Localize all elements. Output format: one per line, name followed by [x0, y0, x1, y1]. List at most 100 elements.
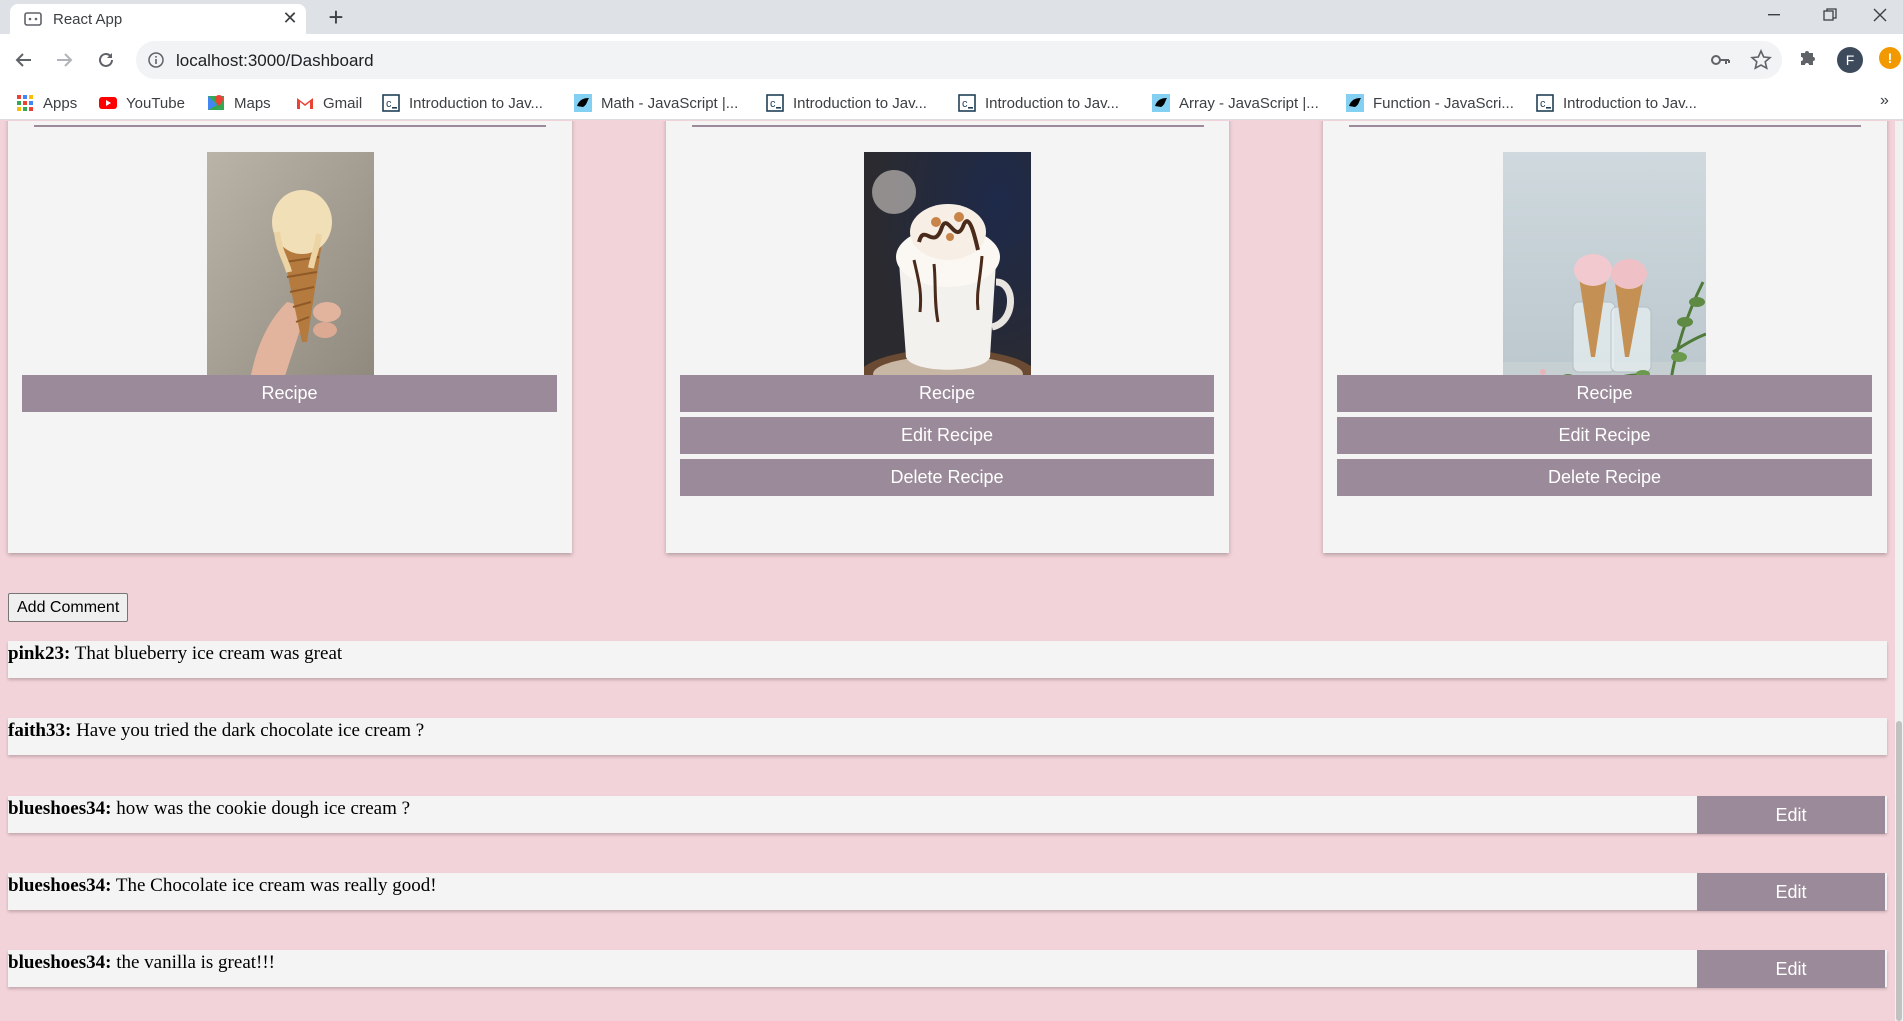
bookmark-label: Array - JavaScript |...	[1179, 94, 1319, 112]
comment-text: pink23: That blueberry ice cream was gre…	[8, 643, 342, 665]
comment-text: blueshoes34: how was the cookie dough ic…	[8, 798, 410, 820]
comment-body: Have you tried the dark chocolate ice cr…	[71, 720, 425, 741]
edit-recipe-button[interactable]: Edit Recipe	[680, 417, 1214, 454]
profile-initial: F	[1845, 52, 1855, 68]
bookmark-mdn-function[interactable]: Function - JavaScri...	[1346, 92, 1514, 114]
bookmark-label: YouTube	[126, 94, 185, 112]
delete-recipe-button[interactable]: Delete Recipe	[1337, 459, 1872, 496]
bookmark-codecademy-1[interactable]: c Introduction to Jav...	[382, 92, 543, 114]
bookmark-label: Math - JavaScript |...	[601, 94, 739, 112]
bookmark-label: Introduction to Jav...	[985, 94, 1119, 112]
mdn-icon	[574, 94, 592, 112]
svg-text:c: c	[770, 98, 776, 110]
card-divider	[34, 125, 546, 127]
bookmark-label: Introduction to Jav...	[793, 94, 927, 112]
svg-text:c: c	[386, 98, 392, 110]
recipe-button[interactable]: Recipe	[680, 375, 1214, 412]
bookmark-codecademy-3[interactable]: c Introduction to Jav...	[958, 92, 1119, 114]
vanilla-ice-cream-cone-image	[207, 152, 374, 402]
comment-row: pink23: That blueberry ice cream was gre…	[8, 641, 1887, 678]
codecademy-icon: c	[382, 94, 400, 112]
codecademy-icon: c	[766, 94, 784, 112]
card-divider	[1349, 125, 1861, 127]
bookmark-codecademy-4[interactable]: c Introduction to Jav...	[1536, 92, 1697, 114]
comment-username: blueshoes34:	[8, 875, 112, 896]
card-divider	[692, 125, 1204, 127]
delete-recipe-button[interactable]: Delete Recipe	[680, 459, 1214, 496]
recipe-button[interactable]: Recipe	[1337, 375, 1872, 412]
password-key-icon[interactable]	[1710, 51, 1730, 69]
edit-comment-button[interactable]: Edit	[1697, 873, 1885, 911]
bookmark-mdn-math[interactable]: Math - JavaScript |...	[574, 92, 738, 114]
comment-text: blueshoes34: the vanilla is great!!!	[8, 952, 275, 974]
youtube-icon	[99, 97, 117, 109]
strawberry-ice-cream-cones-image	[1503, 152, 1706, 402]
codecademy-icon: c	[1536, 94, 1554, 112]
restore-window-icon[interactable]	[1807, 0, 1853, 30]
apps-grid-icon	[17, 95, 33, 111]
extensions-puzzle-icon[interactable]	[1797, 47, 1819, 74]
bookmark-label: Introduction to Jav...	[1563, 94, 1697, 112]
bookmark-codecademy-2[interactable]: c Introduction to Jav...	[766, 92, 927, 114]
react-app-favicon-icon	[24, 12, 42, 26]
close-window-icon[interactable]	[1857, 0, 1903, 30]
browser-tab[interactable]: React App ✕	[10, 4, 306, 34]
comment-username: pink23:	[8, 643, 71, 664]
recipe-card: Recipe	[8, 121, 572, 553]
comment-body: how was the cookie dough ice cream ?	[111, 798, 411, 819]
scrollbar-thumb[interactable]	[1896, 721, 1902, 1021]
recipe-button[interactable]: Recipe	[22, 375, 557, 412]
comment-row: blueshoes34: The Chocolate ice cream was…	[8, 873, 1887, 911]
comment-body: the vanilla is great!!!	[111, 952, 276, 973]
mdn-icon	[1346, 94, 1364, 112]
bookmark-gmail[interactable]: Gmail	[296, 92, 362, 114]
profile-avatar[interactable]: F	[1837, 47, 1863, 73]
svg-text:c: c	[1540, 98, 1546, 110]
edit-comment-button[interactable]: Edit	[1697, 796, 1885, 834]
recipe-card: Recipe Edit Recipe Delete Recipe	[1323, 121, 1887, 553]
codecademy-icon: c	[958, 94, 976, 112]
bookmark-label: Introduction to Jav...	[409, 94, 543, 112]
edit-recipe-button[interactable]: Edit Recipe	[1337, 417, 1872, 454]
back-arrow-icon[interactable]	[10, 46, 38, 74]
comment-body: That blueberry ice cream was great	[70, 643, 343, 664]
new-tab-button[interactable]: +	[322, 3, 350, 31]
browser-toolbar: localhost:3000/Dashboard F !	[0, 34, 1903, 86]
bookmark-maps[interactable]: Maps	[207, 92, 271, 114]
bookmark-apps[interactable]: Apps	[16, 92, 77, 114]
recipe-card: Recipe Edit Recipe Delete Recipe	[666, 121, 1229, 553]
bookmark-mdn-array[interactable]: Array - JavaScript |...	[1152, 92, 1319, 114]
mdn-icon	[1152, 94, 1170, 112]
update-alert-icon[interactable]: !	[1879, 47, 1901, 69]
bookmarks-overflow-chevron-icon[interactable]: »	[1880, 92, 1889, 110]
comment-username: faith33:	[8, 720, 72, 741]
comment-username: blueshoes34:	[8, 952, 112, 973]
bookmark-star-icon[interactable]	[1750, 49, 1772, 71]
comment-text: blueshoes34: The Chocolate ice cream was…	[8, 875, 437, 897]
forward-arrow-icon[interactable]	[50, 46, 78, 74]
dashboard-page: Recipe Recipe Edit Recipe Delete Recipe	[0, 121, 1903, 1021]
address-bar[interactable]: localhost:3000/Dashboard	[136, 41, 1782, 79]
bookmark-label: Function - JavaScri...	[1373, 94, 1514, 112]
gmail-icon	[297, 98, 313, 109]
site-info-icon[interactable]	[148, 52, 164, 68]
edit-comment-button[interactable]: Edit	[1697, 950, 1885, 988]
comment-row: blueshoes34: how was the cookie dough ic…	[8, 796, 1887, 834]
hot-chocolate-cup-image	[864, 152, 1031, 402]
comment-row: blueshoes34: the vanilla is great!!! Edi…	[8, 950, 1887, 988]
comment-text: faith33: Have you tried the dark chocola…	[8, 720, 424, 742]
page-scrollbar[interactable]	[1895, 121, 1903, 1021]
reload-icon[interactable]	[92, 46, 120, 74]
bookmark-label: Apps	[43, 94, 78, 112]
minimize-window-icon[interactable]	[1751, 0, 1797, 30]
tab-close-icon[interactable]: ✕	[280, 8, 300, 28]
browser-tab-strip: React App ✕ +	[0, 0, 1903, 34]
bookmark-youtube[interactable]: YouTube	[99, 92, 185, 114]
url-text: localhost:3000/Dashboard	[176, 51, 374, 70]
bookmark-label: Maps	[234, 94, 271, 112]
comment-body: The Chocolate ice cream was really good!	[111, 875, 437, 896]
tab-title: React App	[53, 11, 123, 28]
bookmarks-bar: Apps YouTube Maps Gmail c Introduction t…	[0, 86, 1903, 120]
add-comment-button[interactable]: Add Comment	[8, 593, 129, 622]
bookmark-label: Gmail	[323, 94, 363, 112]
